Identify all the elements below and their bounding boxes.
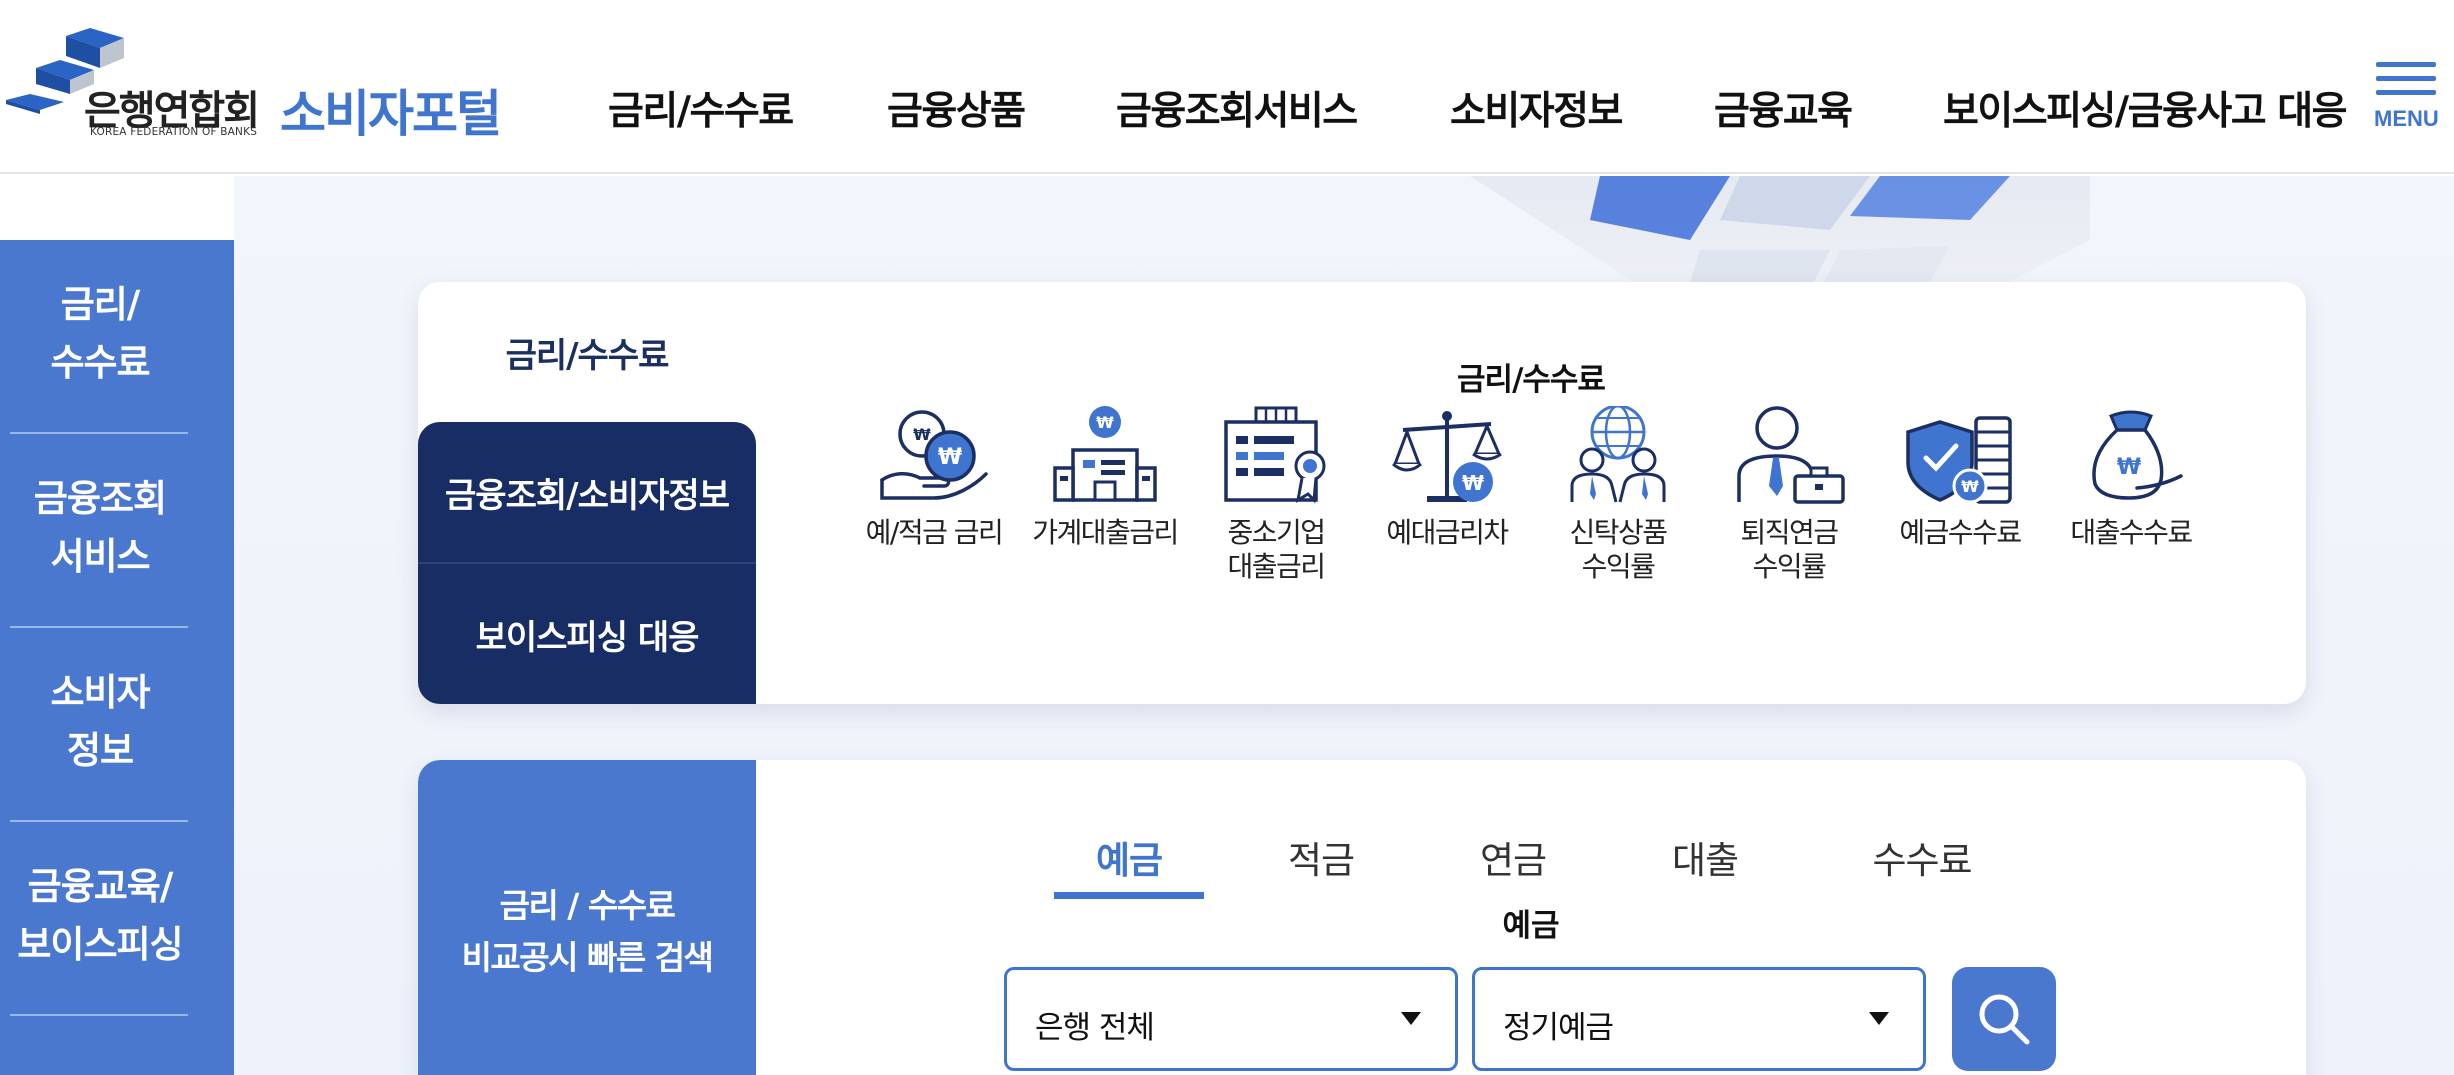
household-loan-icon: ₩ — [1053, 406, 1157, 502]
icon-item-deposit-rate[interactable]: ₩ ₩ 예/적금 금리 — [848, 406, 1020, 550]
svg-text:₩: ₩ — [913, 425, 931, 444]
category-title: 금리/수수료 — [1457, 362, 1606, 398]
icon-label: 예/적금 금리 — [865, 516, 1004, 549]
divider — [10, 820, 188, 822]
sme-loan-icon — [1224, 406, 1326, 504]
gnb-item-financial-products[interactable]: 금융상품 — [887, 80, 1026, 136]
bank-select-value: 은행 전체 — [1035, 1010, 1155, 1046]
product-select[interactable]: 정기예금 — [1472, 967, 1926, 1071]
icon-item-trust-product[interactable]: 신탁상품 수익률 — [1532, 406, 1704, 584]
hamburger-icon — [2376, 62, 2436, 67]
icon-item-sme-loan[interactable]: 중소기업 대출금리 — [1190, 406, 1362, 584]
svg-text:₩: ₩ — [1961, 477, 1979, 496]
icon-item-rate-spread[interactable]: ₩ 예대금리차 — [1361, 406, 1533, 550]
icon-item-household-loan[interactable]: ₩ 가계대출금리 — [1019, 406, 1191, 550]
category-tabs: 금리/수수료 금융조회/소비자정보 보이스피싱 대응 — [418, 282, 756, 704]
site-header: 은행연합회 KOREA FEDERATION OF BANKS 소비자포털 금리… — [0, 0, 2454, 174]
svg-text:₩: ₩ — [1462, 471, 1484, 495]
side-nav-consumer-info[interactable]: 소비자 정보 — [0, 664, 200, 780]
quick-search-heading-panel: 금리 / 수수료 비교공시 빠른 검색 — [418, 760, 756, 1075]
side-nav-line: 정보 — [66, 729, 134, 772]
side-quick-nav: 금리/ 수수료 금융조회 서비스 소비자 정보 금융교육/ 보이스피싱 — [0, 240, 234, 1075]
icon-label: 중소기업 대출금리 — [1227, 516, 1326, 583]
icon-item-loan-fee[interactable]: ₩ 대출수수료 — [2045, 406, 2217, 550]
icon-item-deposit-fee[interactable]: ₩ 예금수수료 — [1874, 406, 2046, 550]
icon-label: 가계대출금리 — [1032, 516, 1179, 549]
tab-deposit[interactable]: 예금 — [1054, 830, 1204, 884]
deposit-rate-icon: ₩ ₩ — [880, 410, 988, 500]
quick-search-section-title: 예금 — [1502, 908, 1560, 944]
gnb-item-rates-fees[interactable]: 금리/수수료 — [608, 80, 794, 136]
divider — [10, 432, 188, 434]
tab-loan[interactable]: 대출 — [1630, 830, 1780, 884]
tab-fees[interactable]: 수수료 — [1822, 830, 2022, 884]
icon-label: 신탁상품 수익률 — [1569, 516, 1668, 583]
bank-select[interactable]: 은행 전체 — [1004, 967, 1458, 1071]
icon-item-retirement-pension[interactable]: 퇴직연금 수익률 — [1703, 406, 1875, 584]
trust-product-icon — [1570, 406, 1666, 503]
global-nav: 금리/수수료 금융상품 금융조회서비스 소비자정보 금융교육 보이스피싱/금융사… — [0, 80, 2380, 134]
svg-text:₩: ₩ — [2117, 455, 2141, 480]
svg-text:₩: ₩ — [938, 445, 962, 470]
tab-savings[interactable]: 적금 — [1246, 830, 1396, 884]
side-nav-line: 수수료 — [50, 341, 150, 384]
retirement-pension-icon — [1737, 406, 1845, 504]
side-nav-education-phishing[interactable]: 금융교육/ 보이스피싱 — [0, 858, 200, 974]
active-tab-indicator — [1054, 892, 1204, 899]
tab-voice-phishing[interactable]: 보이스피싱 대응 — [418, 564, 756, 704]
icon-label: 퇴직연금 수익률 — [1740, 516, 1839, 583]
category-card: 금리/수수료 금융조회/소비자정보 보이스피싱 대응 금리/수수료 ₩ ₩ 예/… — [418, 282, 2306, 704]
side-nav-line: 보이스피싱 — [17, 923, 183, 966]
side-nav-rates-fees[interactable]: 금리/ 수수료 — [0, 276, 200, 392]
gnb-item-consumer-info[interactable]: 소비자정보 — [1450, 80, 1623, 136]
tab-rates-fees[interactable]: 금리/수수료 — [418, 282, 756, 422]
deposit-fee-icon: ₩ — [1906, 416, 2012, 504]
quick-search-heading-line: 비교공시 빠른 검색 — [461, 938, 714, 977]
side-nav-line: 소비자 — [50, 671, 150, 714]
side-nav-line: 금리/ — [60, 283, 141, 326]
tab-inquiry-consumer-info[interactable]: 금융조회/소비자정보 — [418, 422, 756, 562]
tab-pension[interactable]: 연금 — [1438, 830, 1588, 884]
side-nav-line: 금융교육/ — [27, 865, 174, 908]
menu-label: MENU — [2374, 106, 2439, 131]
quick-search-heading: 금리 / 수수료 비교공시 빠른 검색 — [418, 880, 756, 984]
divider — [10, 626, 188, 628]
caret-down-icon — [1869, 1012, 1889, 1025]
icon-label: 예대금리차 — [1386, 516, 1509, 549]
loan-fee-icon: ₩ — [2092, 410, 2183, 500]
search-button[interactable] — [1952, 967, 2056, 1071]
quick-search-heading-line: 금리 / 수수료 — [499, 886, 676, 925]
gnb-item-voice-phishing[interactable]: 보이스피싱/금융사고 대응 — [1943, 80, 2348, 136]
search-icon — [1979, 994, 2030, 1045]
menu-button[interactable]: MENU — [2374, 62, 2440, 134]
gnb-item-financial-education[interactable]: 금융교육 — [1714, 80, 1853, 136]
hamburger-bar — [2376, 76, 2436, 81]
gnb-item-inquiry-services[interactable]: 금융조회서비스 — [1116, 80, 1358, 136]
divider — [10, 1014, 188, 1016]
rate-spread-icon: ₩ — [1392, 411, 1502, 502]
side-nav-inquiry-services[interactable]: 금융조회 서비스 — [0, 470, 200, 586]
side-nav-line: 서비스 — [50, 535, 150, 578]
quick-search-card: 금리 / 수수료 비교공시 빠른 검색 예금 적금 연금 대출 수수료 예금 은… — [418, 760, 2306, 1075]
product-select-value: 정기예금 — [1503, 1010, 1614, 1046]
icon-label: 대출수수료 — [2070, 516, 2193, 549]
side-nav-line: 금융조회 — [33, 477, 167, 520]
icon-label: 예금수수료 — [1899, 516, 2022, 549]
caret-down-icon — [1401, 1012, 1421, 1025]
hamburger-bar — [2376, 90, 2436, 95]
svg-text:₩: ₩ — [1096, 413, 1114, 432]
